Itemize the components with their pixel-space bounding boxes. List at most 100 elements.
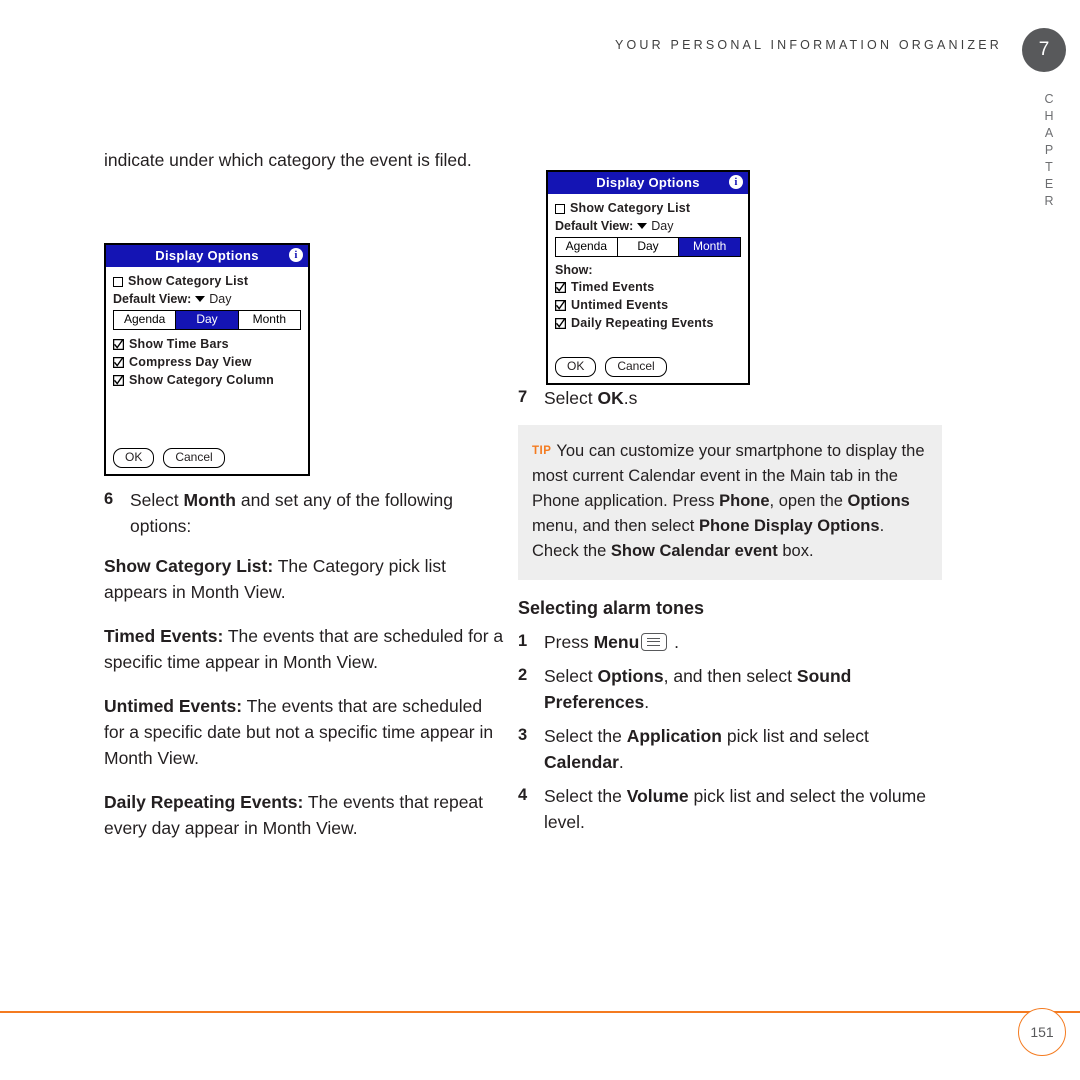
definition-show-category-list: Show Category List: The Category pick li… (104, 553, 504, 605)
step-4: 4 Select the Volume pick list and select… (518, 783, 942, 835)
chevron-down-icon[interactable] (637, 223, 648, 229)
tab-agenda[interactable]: Agenda (114, 311, 177, 329)
checkbox-empty-icon[interactable] (555, 203, 565, 214)
info-icon[interactable]: i (289, 248, 303, 262)
checkbox-label: Timed Events (571, 280, 655, 294)
step-seg: pick list and select (721, 726, 869, 746)
tab-agenda[interactable]: Agenda (556, 238, 618, 256)
checkbox-timed-events[interactable]: Timed Events (555, 279, 741, 296)
step-4-text: Select the Volume pick list and select t… (544, 783, 942, 835)
tab-month[interactable]: Month (679, 238, 741, 256)
left-column: indicate under which category the event … (104, 148, 504, 859)
checkbox-checked-icon[interactable] (555, 300, 566, 311)
cancel-button[interactable]: Cancel (163, 448, 225, 468)
cancel-button[interactable]: Cancel (605, 357, 667, 377)
checkbox-show-time-bars[interactable]: Show Time Bars (113, 336, 301, 353)
checkbox-compress-day-view[interactable]: Compress Day View (113, 354, 301, 371)
tab-day[interactable]: Day (176, 311, 239, 329)
chevron-down-icon[interactable] (195, 296, 206, 302)
checkbox-empty-icon[interactable] (113, 276, 123, 287)
step-2-text: Select Options, and then select Sound Pr… (544, 663, 942, 715)
definition-term: Untimed Events: (104, 696, 243, 716)
ok-button[interactable]: OK (555, 357, 597, 377)
step-4-number: 4 (518, 786, 528, 804)
definition-daily-repeating-events: Daily Repeating Events: The events that … (104, 789, 504, 841)
checkbox-untimed-events[interactable]: Untimed Events (555, 297, 741, 314)
step-6-text-before: Select (130, 490, 184, 510)
step-6-number: 6 (104, 490, 114, 508)
tip-seg: box. (777, 542, 814, 560)
palm-titlebar: Display Options i (106, 245, 308, 267)
step-7-bold: OK (597, 388, 624, 408)
chapter-label-vertical: CHAPTER (1042, 92, 1056, 211)
checkbox-show-category-column[interactable]: Show Category Column (113, 372, 301, 389)
step-seg: , and then select (663, 666, 797, 686)
tip-seg: , open the (769, 492, 848, 510)
checkbox-label: Untimed Events (571, 298, 669, 312)
default-view-label: Default View: (555, 219, 634, 233)
tip-seg: menu, and then select (532, 517, 699, 535)
checkbox-checked-icon[interactable] (555, 318, 566, 329)
view-tabs[interactable]: Agenda Day Month (555, 237, 741, 257)
step-seg: . (669, 632, 680, 652)
display-options-screen-month: Display Options i Show Category List Def… (546, 170, 750, 385)
section-heading-alarm-tones: Selecting alarm tones (518, 598, 705, 618)
default-view-row[interactable]: Default View: Day (113, 292, 301, 306)
step-seg-bold: Menu (593, 632, 640, 652)
step-seg-bold: Application (626, 726, 722, 746)
step-seg-bold: Calendar (544, 752, 619, 772)
tab-month[interactable]: Month (238, 311, 300, 329)
palm-title-text: Display Options (155, 248, 259, 263)
default-view-label: Default View: (113, 292, 192, 306)
tip-seg-bold: Phone Display Options (698, 517, 880, 535)
palm-body: Show Category List Default View: Day Age… (106, 267, 308, 474)
step-7: 7 Select OK.s (518, 385, 942, 411)
checkbox-label: Show Category List (570, 201, 691, 215)
tip-seg-bold: Phone (719, 492, 770, 510)
definition-term: Timed Events: (104, 626, 224, 646)
footer-rule (0, 1011, 1080, 1013)
checkbox-checked-icon[interactable] (113, 357, 124, 368)
checkbox-label: Show Category List (128, 274, 249, 288)
step-seg: Select the (544, 786, 627, 806)
step-7-text: Select OK.s (544, 385, 637, 411)
right-column: Display Options i Show Category List Def… (518, 160, 942, 843)
definition-term: Daily Repeating Events: (104, 792, 304, 812)
tab-day[interactable]: Day (617, 238, 680, 256)
step-seg: Select (544, 666, 598, 686)
default-view-row[interactable]: Default View: Day (555, 219, 741, 233)
step-seg-bold: Options (597, 666, 664, 686)
step-seg-bold: Volume (626, 786, 689, 806)
view-tabs[interactable]: Agenda Day Month (113, 310, 301, 330)
palm-button-row: OK Cancel (555, 357, 741, 377)
default-view-value: Day (651, 219, 674, 233)
definition-term: Show Category List: (104, 556, 274, 576)
checkbox-show-category-list[interactable]: Show Category List (555, 200, 741, 217)
palm-title-text: Display Options (596, 175, 700, 190)
definition-untimed-events: Untimed Events: The events that are sche… (104, 693, 504, 771)
checkbox-label: Daily Repeating Events (571, 316, 714, 330)
step-seg: Select the (544, 726, 627, 746)
ok-button[interactable]: OK (113, 448, 155, 468)
checkbox-checked-icon[interactable] (113, 339, 124, 350)
checkbox-checked-icon[interactable] (555, 282, 566, 293)
tip-box: TIP You can customize your smartphone to … (518, 425, 942, 580)
show-label: Show: (555, 263, 593, 277)
definition-timed-events: Timed Events: The events that are schedu… (104, 623, 504, 675)
step-6: 6 Select Month and set any of the follow… (104, 487, 504, 539)
checkbox-label: Show Time Bars (129, 337, 229, 351)
step-7-text-after: .s (623, 388, 638, 408)
step-6-bold: Month (183, 490, 236, 510)
default-view-value: Day (209, 292, 232, 306)
checkbox-show-category-list[interactable]: Show Category List (113, 273, 301, 290)
info-icon[interactable]: i (729, 175, 743, 189)
step-6-text: Select Month and set any of the followin… (130, 487, 504, 539)
checkbox-daily-repeating-events[interactable]: Daily Repeating Events (555, 315, 741, 332)
checkbox-checked-icon[interactable] (113, 375, 124, 386)
page-number: 151 (1018, 1008, 1066, 1056)
step-seg: . (644, 692, 650, 712)
display-options-screen-day: Display Options i Show Category List Def… (104, 243, 310, 476)
chapter-number-badge: 7 (1022, 28, 1066, 72)
step-1-number: 1 (518, 632, 528, 650)
tip-text: You can customize your smartphone to dis… (532, 442, 925, 560)
